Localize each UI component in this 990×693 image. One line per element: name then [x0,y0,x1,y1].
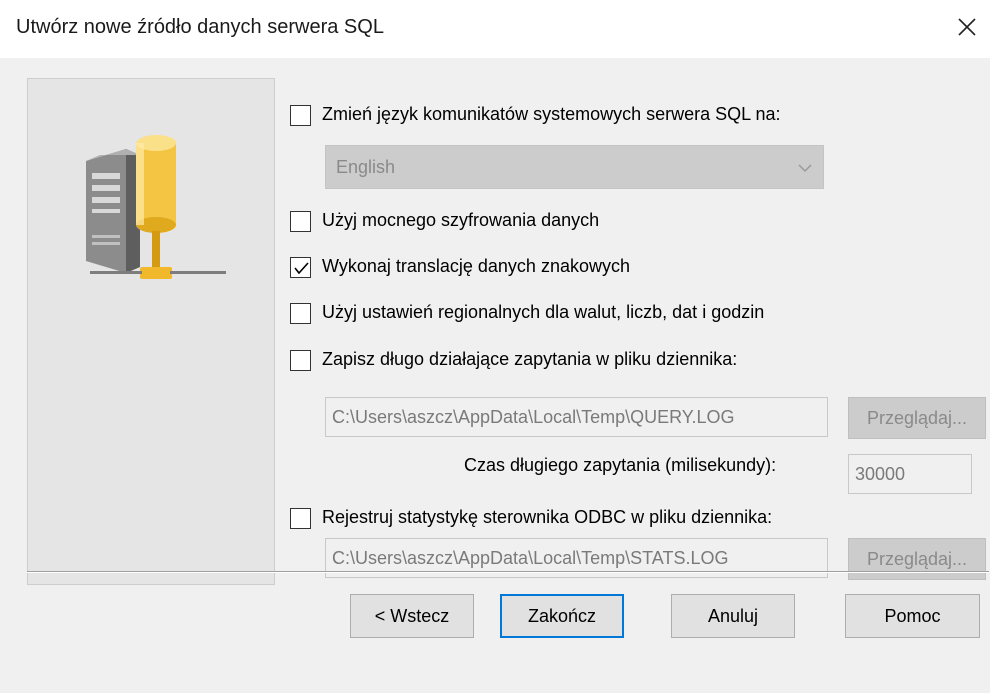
change-language-label: Zmień język komunikatów systemowych serw… [322,104,781,124]
cancel-button[interactable]: Anuluj [671,594,795,638]
change-language-checkbox[interactable] [290,105,311,126]
language-select[interactable]: English [325,145,824,189]
finish-button[interactable]: Zakończ [500,594,624,638]
back-button[interactable]: < Wstecz [350,594,474,638]
dialog-body: Zmień język komunikatów systemowych serw… [0,58,990,693]
language-select-value: English [336,157,396,177]
odbc-stats-log-label: Rejestruj statystykę sterownika ODBC w p… [322,507,773,527]
database-server-icon [78,131,228,281]
char-translation-label: Wykonaj translację danych znakowych [322,256,630,276]
long-queries-log-checkbox[interactable] [290,350,311,371]
char-translation-checkbox[interactable] [290,257,311,278]
browse-queries-button[interactable]: Przeglądaj... [848,397,986,439]
regional-settings-label: Użyj ustawień regionalnych dla walut, li… [322,302,765,322]
long-query-time-label: Czas długiego zapytania (milisekundy): [464,455,777,475]
odbc-stats-log-checkbox[interactable] [290,508,311,529]
long-query-time-value: 30000 [855,464,906,484]
checkmark-icon [294,262,309,275]
help-button[interactable]: Pomoc [845,594,980,638]
side-image-panel [27,78,275,585]
strong-encryption-label: Użyj mocnego szyfrowania danych [322,210,600,230]
title-bar: Utwórz nowe źródło danych serwera SQL [0,0,990,60]
strong-encryption-checkbox[interactable] [290,211,311,232]
dialog-title: Utwórz nowe źródło danych serwera SQL [16,16,384,38]
odbc-stats-path-value: C:\Users\aszcz\AppData\Local\Temp\STATS.… [332,548,729,568]
close-icon[interactable] [954,14,980,40]
long-queries-log-label: Zapisz długo działające zapytania w plik… [322,349,738,369]
long-query-time-field[interactable]: 30000 [848,454,972,494]
long-queries-path-field[interactable]: C:\Users\aszcz\AppData\Local\Temp\QUERY.… [325,397,828,437]
regional-settings-checkbox[interactable] [290,303,311,324]
separator-highlight [27,572,989,573]
long-queries-path-value: C:\Users\aszcz\AppData\Local\Temp\QUERY.… [332,407,735,427]
browse-stats-button[interactable]: Przeglądaj... [848,538,986,580]
chevron-down-icon [797,160,813,181]
